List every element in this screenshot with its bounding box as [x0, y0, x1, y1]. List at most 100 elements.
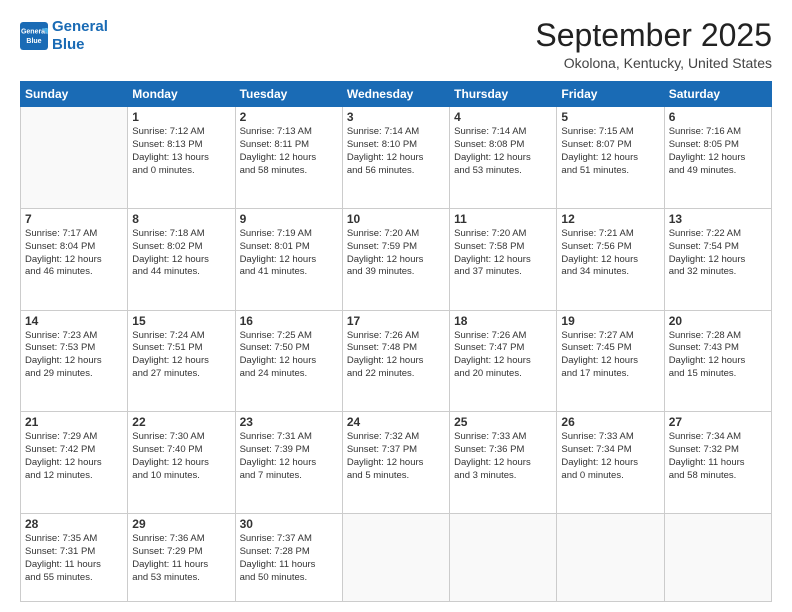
table-row: [342, 514, 449, 602]
table-row: 29 Sunrise: 7:36 AM Sunset: 7:29 PM Dayli…: [128, 514, 235, 602]
day-number: 26: [561, 415, 659, 429]
day-number: 9: [240, 212, 338, 226]
day-number: 22: [132, 415, 230, 429]
table-row: 10Sunrise: 7:20 AM Sunset: 7:59 PM Dayli…: [342, 208, 449, 310]
table-row: 6 Sunrise: 7:16 AM Sunset: 8:05 PM Daylig…: [664, 107, 771, 209]
table-row: [664, 514, 771, 602]
day-info: Sunrise: 7:31 AM Sunset: 7:39 PM Dayligh…: [240, 431, 338, 482]
table-row: [450, 514, 557, 602]
table-row: [557, 514, 664, 602]
day-info: Sunrise: 7:34 AM Sunset: 7:32 PM Dayligh…: [669, 431, 767, 482]
table-row: [21, 107, 128, 209]
table-row: 21 Sunrise: 7:29 AM Sunset: 7:42 PM Dayli…: [21, 412, 128, 514]
day-info: Sunrise: 7:37 AM Sunset: 7:28 PM Dayligh…: [240, 533, 338, 584]
table-row: 16 Sunrise: 7:25 AM Sunset: 7:50 PM Dayli…: [235, 310, 342, 412]
day-number: 7: [25, 212, 123, 226]
day-number: 25: [454, 415, 552, 429]
day-info: Sunrise: 7:18 AM Sunset: 8:02 PM Dayligh…: [132, 228, 230, 279]
day-info: Sunrise: 7:24 AM Sunset: 7:51 PM Dayligh…: [132, 330, 230, 381]
day-number: 16: [240, 314, 338, 328]
day-info: Sunrise: 7:33 AM Sunset: 7:36 PM Dayligh…: [454, 431, 552, 482]
table-row: 4 Sunrise: 7:14 AM Sunset: 8:08 PM Daylig…: [450, 107, 557, 209]
logo-icon: General Blue: [20, 22, 48, 50]
day-number: 20: [669, 314, 767, 328]
day-number: 28: [25, 517, 123, 531]
day-number: 23: [240, 415, 338, 429]
table-row: 5 Sunrise: 7:15 AM Sunset: 8:07 PM Daylig…: [557, 107, 664, 209]
day-number: 18: [454, 314, 552, 328]
day-info: Sunrise: 7:16 AM Sunset: 8:05 PM Dayligh…: [669, 126, 767, 177]
day-info: Sunrise: 7:12 AM Sunset: 8:13 PM Dayligh…: [132, 126, 230, 177]
header: General Blue General Blue September 2025…: [20, 18, 772, 71]
day-number: 21: [25, 415, 123, 429]
header-sunday: Sunday: [21, 82, 128, 107]
day-info: Sunrise: 7:25 AM Sunset: 7:50 PM Dayligh…: [240, 330, 338, 381]
day-number: 4: [454, 110, 552, 124]
table-row: 2Sunrise: 7:13 AM Sunset: 8:11 PM Daylig…: [235, 107, 342, 209]
table-row: 17Sunrise: 7:26 AM Sunset: 7:48 PM Dayli…: [342, 310, 449, 412]
svg-text:Blue: Blue: [26, 38, 41, 45]
logo: General Blue General Blue: [20, 18, 108, 54]
day-number: 10: [347, 212, 445, 226]
day-number: 6: [669, 110, 767, 124]
day-info: Sunrise: 7:28 AM Sunset: 7:43 PM Dayligh…: [669, 330, 767, 381]
day-info: Sunrise: 7:26 AM Sunset: 7:47 PM Dayligh…: [454, 330, 552, 381]
subtitle: Okolona, Kentucky, United States: [535, 55, 772, 71]
day-number: 12: [561, 212, 659, 226]
header-wednesday: Wednesday: [342, 82, 449, 107]
day-info: Sunrise: 7:27 AM Sunset: 7:45 PM Dayligh…: [561, 330, 659, 381]
day-info: Sunrise: 7:33 AM Sunset: 7:34 PM Dayligh…: [561, 431, 659, 482]
day-info: Sunrise: 7:30 AM Sunset: 7:40 PM Dayligh…: [132, 431, 230, 482]
day-info: Sunrise: 7:14 AM Sunset: 8:08 PM Dayligh…: [454, 126, 552, 177]
day-number: 3: [347, 110, 445, 124]
table-row: 30 Sunrise: 7:37 AM Sunset: 7:28 PM Dayli…: [235, 514, 342, 602]
header-saturday: Saturday: [664, 82, 771, 107]
table-row: 18 Sunrise: 7:26 AM Sunset: 7:47 PM Dayli…: [450, 310, 557, 412]
day-number: 5: [561, 110, 659, 124]
day-number: 13: [669, 212, 767, 226]
day-number: 8: [132, 212, 230, 226]
day-number: 15: [132, 314, 230, 328]
header-friday: Friday: [557, 82, 664, 107]
table-row: 12 Sunrise: 7:21 AM Sunset: 7:56 PM Dayli…: [557, 208, 664, 310]
table-row: 25 Sunrise: 7:33 AM Sunset: 7:36 PM Dayli…: [450, 412, 557, 514]
table-row: 19 Sunrise: 7:27 AM Sunset: 7:45 PM Dayli…: [557, 310, 664, 412]
day-number: 17: [347, 314, 445, 328]
day-info: Sunrise: 7:15 AM Sunset: 8:07 PM Dayligh…: [561, 126, 659, 177]
calendar-table: Sunday Monday Tuesday Wednesday Thursday…: [20, 81, 772, 602]
table-row: 20 Sunrise: 7:28 AM Sunset: 7:43 PM Dayli…: [664, 310, 771, 412]
day-info: Sunrise: 7:20 AM Sunset: 7:58 PM Dayligh…: [454, 228, 552, 279]
day-number: 19: [561, 314, 659, 328]
day-number: 30: [240, 517, 338, 531]
day-number: 24: [347, 415, 445, 429]
day-info: Sunrise: 7:13 AM Sunset: 8:11 PM Dayligh…: [240, 126, 338, 177]
table-row: 28 Sunrise: 7:35 AM Sunset: 7:31 PM Dayli…: [21, 514, 128, 602]
table-row: 26 Sunrise: 7:33 AM Sunset: 7:34 PM Dayli…: [557, 412, 664, 514]
table-row: 8 Sunrise: 7:18 AM Sunset: 8:02 PM Daylig…: [128, 208, 235, 310]
day-info: Sunrise: 7:36 AM Sunset: 7:29 PM Dayligh…: [132, 533, 230, 584]
logo-text: General Blue: [52, 18, 108, 54]
day-info: Sunrise: 7:14 AM Sunset: 8:10 PM Dayligh…: [347, 126, 445, 177]
day-info: Sunrise: 7:21 AM Sunset: 7:56 PM Dayligh…: [561, 228, 659, 279]
table-row: 9Sunrise: 7:19 AM Sunset: 8:01 PM Daylig…: [235, 208, 342, 310]
table-row: 3 Sunrise: 7:14 AM Sunset: 8:10 PM Daylig…: [342, 107, 449, 209]
day-number: 29: [132, 517, 230, 531]
svg-text:General: General: [21, 29, 47, 36]
day-number: 1: [132, 110, 230, 124]
weekday-header-row: Sunday Monday Tuesday Wednesday Thursday…: [21, 82, 772, 107]
table-row: 22 Sunrise: 7:30 AM Sunset: 7:40 PM Dayli…: [128, 412, 235, 514]
table-row: 13Sunrise: 7:22 AM Sunset: 7:54 PM Dayli…: [664, 208, 771, 310]
day-info: Sunrise: 7:29 AM Sunset: 7:42 PM Dayligh…: [25, 431, 123, 482]
day-info: Sunrise: 7:35 AM Sunset: 7:31 PM Dayligh…: [25, 533, 123, 584]
title-block: September 2025 Okolona, Kentucky, United…: [535, 18, 772, 71]
table-row: 24Sunrise: 7:32 AM Sunset: 7:37 PM Dayli…: [342, 412, 449, 514]
table-row: 23 Sunrise: 7:31 AM Sunset: 7:39 PM Dayli…: [235, 412, 342, 514]
table-row: 15 Sunrise: 7:24 AM Sunset: 7:51 PM Dayli…: [128, 310, 235, 412]
header-thursday: Thursday: [450, 82, 557, 107]
header-monday: Monday: [128, 82, 235, 107]
header-tuesday: Tuesday: [235, 82, 342, 107]
table-row: 7 Sunrise: 7:17 AM Sunset: 8:04 PM Daylig…: [21, 208, 128, 310]
day-number: 27: [669, 415, 767, 429]
table-row: 1 Sunrise: 7:12 AM Sunset: 8:13 PM Daylig…: [128, 107, 235, 209]
day-info: Sunrise: 7:17 AM Sunset: 8:04 PM Dayligh…: [25, 228, 123, 279]
